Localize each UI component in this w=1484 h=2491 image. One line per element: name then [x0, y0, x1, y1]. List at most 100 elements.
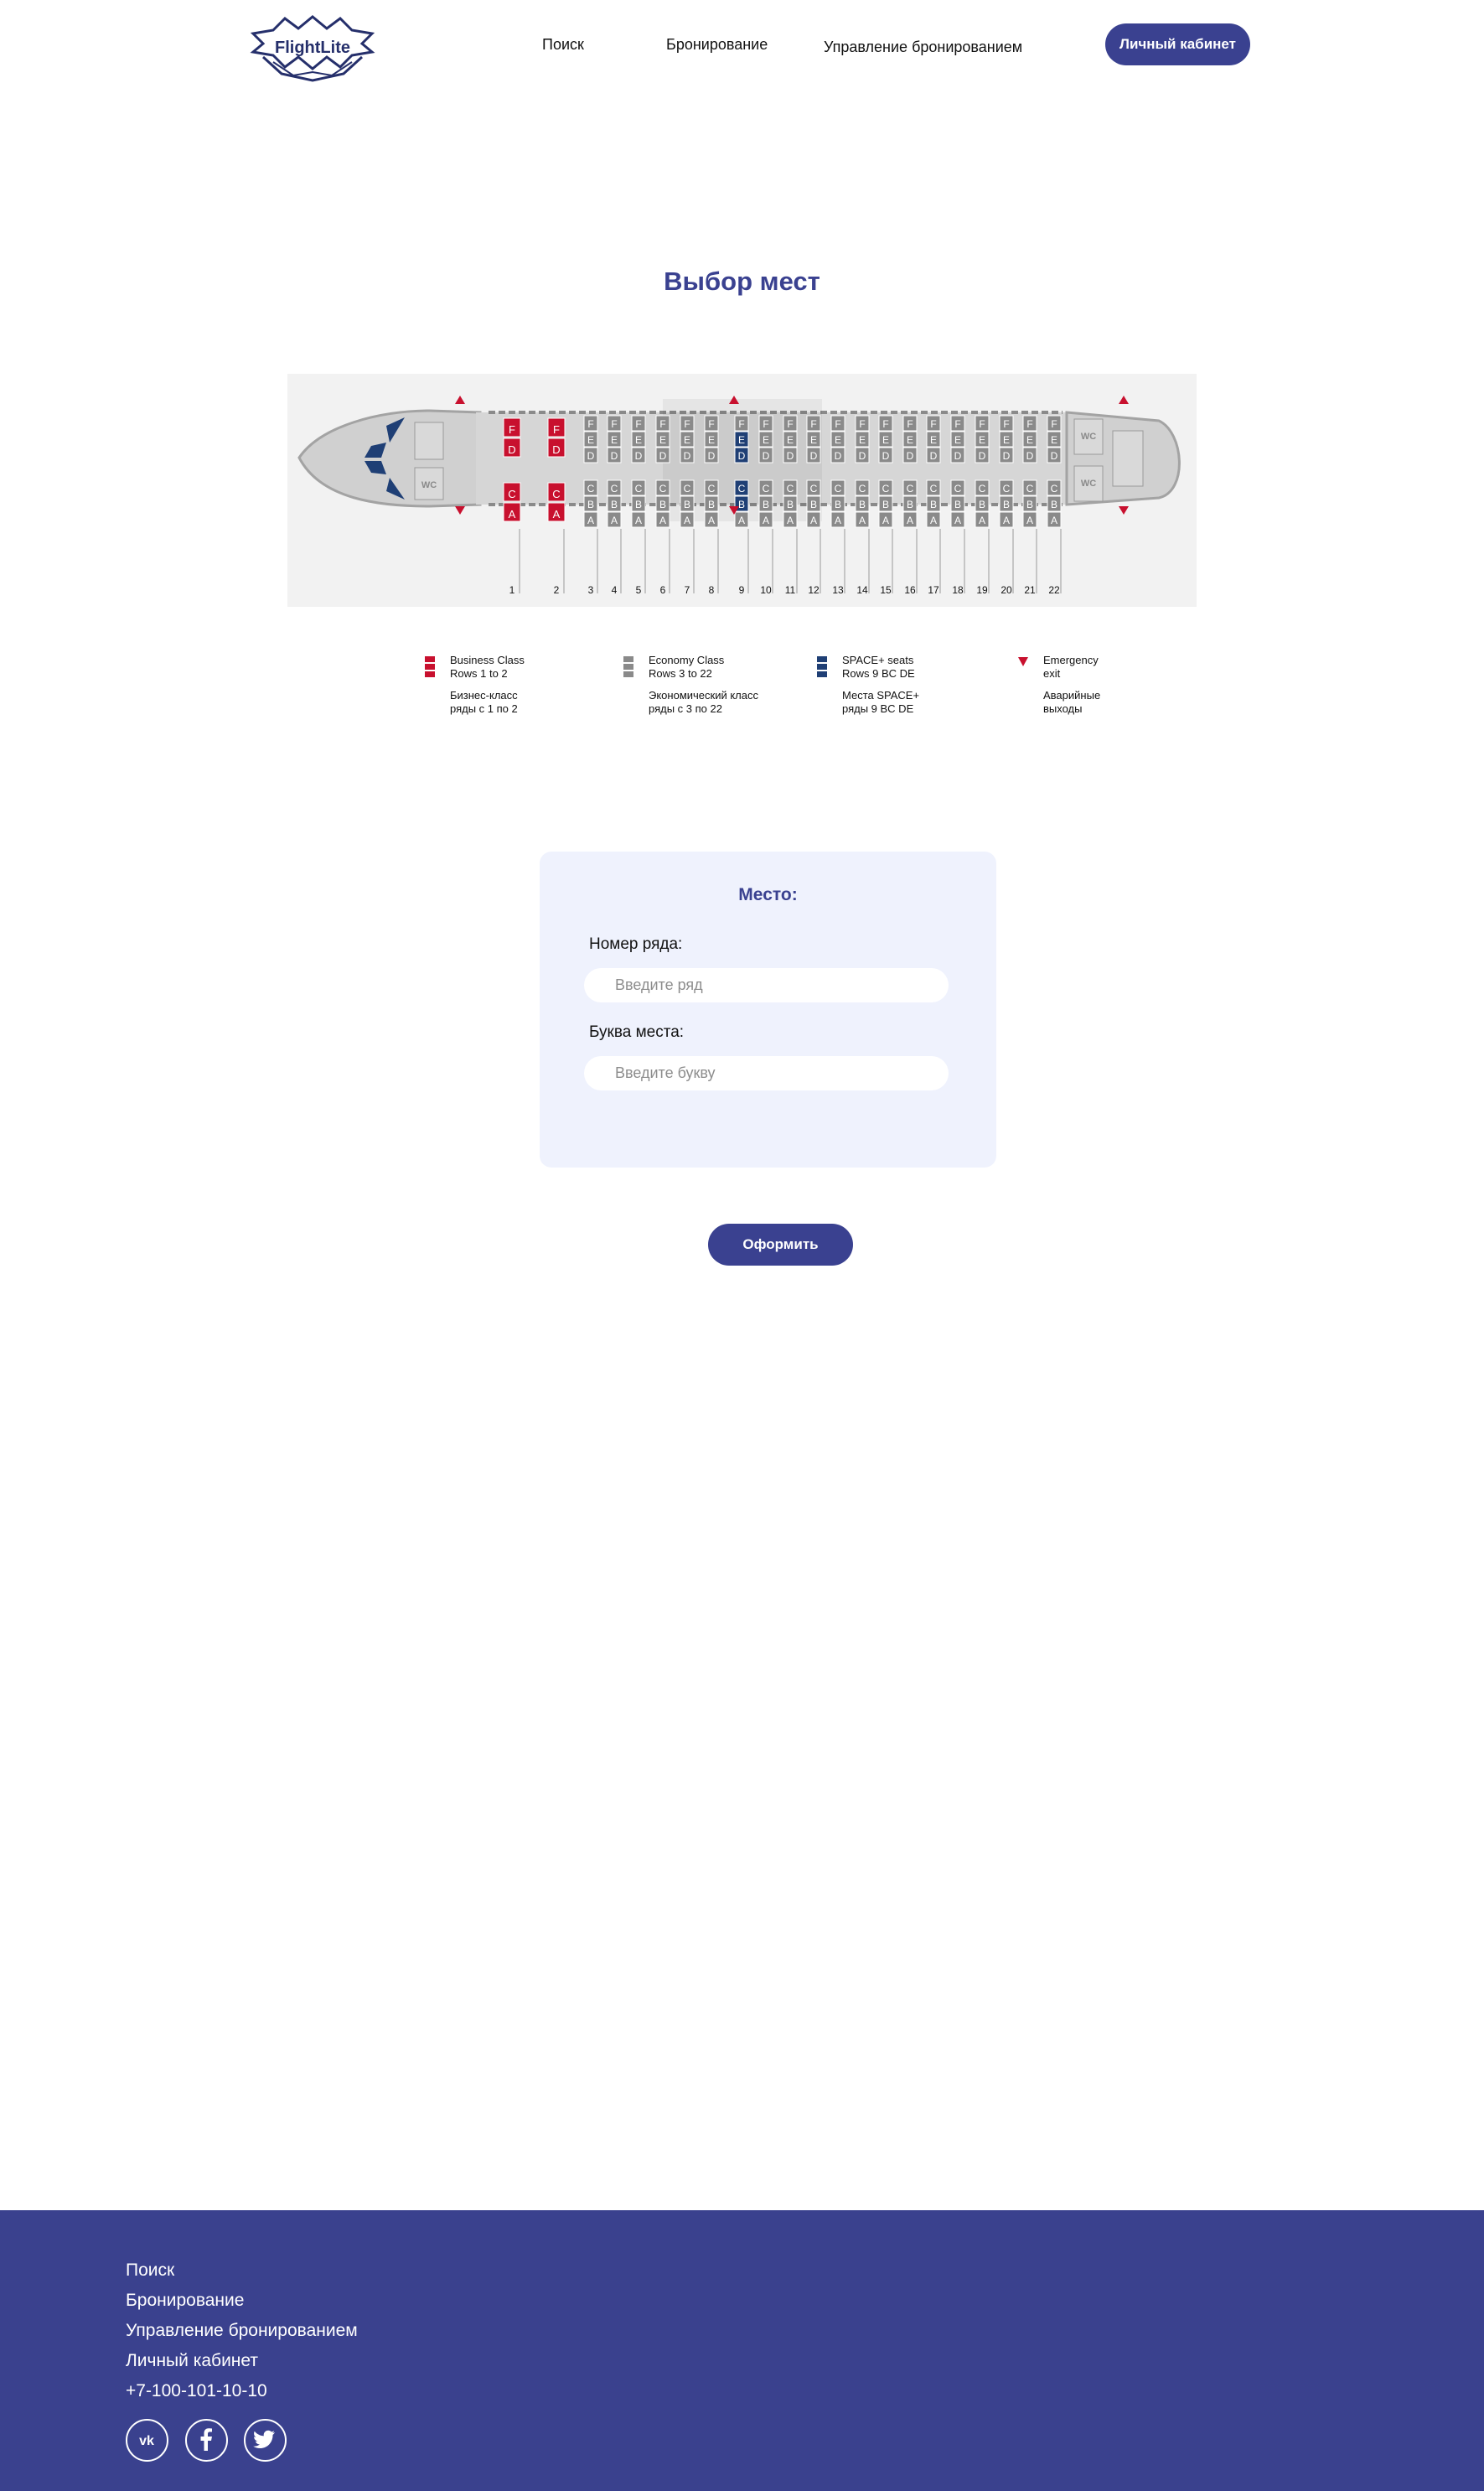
- seat[interactable]: F: [950, 415, 965, 432]
- seat[interactable]: E: [655, 431, 670, 448]
- seat[interactable]: E: [1047, 431, 1062, 448]
- seat[interactable]: F: [1047, 415, 1062, 432]
- seat[interactable]: B: [926, 495, 941, 512]
- seat[interactable]: B: [758, 495, 773, 512]
- seat[interactable]: B: [975, 495, 990, 512]
- seat[interactable]: C: [704, 479, 719, 496]
- seat[interactable]: C: [607, 479, 622, 496]
- seat[interactable]: A: [855, 511, 870, 528]
- seat[interactable]: C: [926, 479, 941, 496]
- seat[interactable]: C: [783, 479, 798, 496]
- seat[interactable]: D: [758, 447, 773, 464]
- seat[interactable]: F: [583, 415, 598, 432]
- seat[interactable]: E: [680, 431, 695, 448]
- seat[interactable]: A: [631, 511, 646, 528]
- seat[interactable]: D: [950, 447, 965, 464]
- seat[interactable]: C: [655, 479, 670, 496]
- seat[interactable]: C: [680, 479, 695, 496]
- seat[interactable]: B: [902, 495, 918, 512]
- seat[interactable]: B: [704, 495, 719, 512]
- seat[interactable]: D: [855, 447, 870, 464]
- seat[interactable]: B: [806, 495, 821, 512]
- vk-icon[interactable]: vk: [126, 2419, 168, 2462]
- seat[interactable]: A: [583, 511, 598, 528]
- seat[interactable]: F: [655, 415, 670, 432]
- flightlite-logo[interactable]: FlightLite: [248, 13, 377, 85]
- seat[interactable]: E: [830, 431, 845, 448]
- seat[interactable]: B: [607, 495, 622, 512]
- seat[interactable]: D: [583, 447, 598, 464]
- seat[interactable]: B: [680, 495, 695, 512]
- seat[interactable]: C: [583, 479, 598, 496]
- seat[interactable]: A: [783, 511, 798, 528]
- nav-manage-booking[interactable]: Управление бронированием: [824, 39, 1022, 56]
- seat[interactable]: F: [783, 415, 798, 432]
- seat[interactable]: D: [1047, 447, 1062, 464]
- seat[interactable]: A: [830, 511, 845, 528]
- personal-cabinet-button[interactable]: Личный кабинет: [1105, 23, 1250, 65]
- seat[interactable]: E: [975, 431, 990, 448]
- seat[interactable]: A: [680, 511, 695, 528]
- seat[interactable]: A: [607, 511, 622, 528]
- seat[interactable]: F: [975, 415, 990, 432]
- seat[interactable]: F: [547, 417, 566, 438]
- seat[interactable]: D: [503, 438, 521, 458]
- footer-link-manage-booking[interactable]: Управление бронированием: [126, 2321, 358, 2341]
- footer-link-cabinet[interactable]: Личный кабинет: [126, 2351, 258, 2371]
- seat[interactable]: D: [830, 447, 845, 464]
- seat-letter-input[interactable]: [584, 1056, 949, 1090]
- seat[interactable]: C: [999, 479, 1014, 496]
- seat[interactable]: E: [999, 431, 1014, 448]
- seat[interactable]: C: [1022, 479, 1037, 496]
- seat[interactable]: F: [1022, 415, 1037, 432]
- seat[interactable]: D: [975, 447, 990, 464]
- seat[interactable]: E: [950, 431, 965, 448]
- seat[interactable]: E: [783, 431, 798, 448]
- seat[interactable]: C: [503, 482, 521, 502]
- seat[interactable]: F: [631, 415, 646, 432]
- seat[interactable]: D: [655, 447, 670, 464]
- seat[interactable]: B: [631, 495, 646, 512]
- seat[interactable]: E: [583, 431, 598, 448]
- seat[interactable]: E: [704, 431, 719, 448]
- seat[interactable]: A: [806, 511, 821, 528]
- seat[interactable]: B: [878, 495, 893, 512]
- seat[interactable]: F: [926, 415, 941, 432]
- seat[interactable]: B: [999, 495, 1014, 512]
- seat[interactable]: A: [902, 511, 918, 528]
- seat[interactable]: E: [902, 431, 918, 448]
- seat[interactable]: C: [855, 479, 870, 496]
- seat[interactable]: A: [926, 511, 941, 528]
- seat[interactable]: E: [878, 431, 893, 448]
- seat[interactable]: B: [950, 495, 965, 512]
- seat[interactable]: F: [758, 415, 773, 432]
- seat[interactable]: E: [607, 431, 622, 448]
- seat[interactable]: A: [758, 511, 773, 528]
- seat[interactable]: E: [758, 431, 773, 448]
- seat[interactable]: F: [503, 417, 521, 438]
- seat[interactable]: D: [607, 447, 622, 464]
- seat[interactable]: A: [1022, 511, 1037, 528]
- seat[interactable]: F: [830, 415, 845, 432]
- seat[interactable]: C: [806, 479, 821, 496]
- seat[interactable]: D: [926, 447, 941, 464]
- seat[interactable]: F: [878, 415, 893, 432]
- row-number-input[interactable]: [584, 968, 949, 1002]
- seat[interactable]: A: [734, 511, 749, 528]
- seat[interactable]: E: [734, 431, 749, 448]
- seat[interactable]: E: [926, 431, 941, 448]
- seat[interactable]: B: [830, 495, 845, 512]
- seat[interactable]: A: [704, 511, 719, 528]
- seat[interactable]: C: [830, 479, 845, 496]
- seat[interactable]: B: [655, 495, 670, 512]
- nav-booking[interactable]: Бронирование: [666, 36, 768, 54]
- seat[interactable]: C: [631, 479, 646, 496]
- seat[interactable]: C: [734, 479, 749, 496]
- seat[interactable]: C: [878, 479, 893, 496]
- twitter-icon[interactable]: [244, 2419, 287, 2462]
- seat[interactable]: A: [1047, 511, 1062, 528]
- seat[interactable]: F: [999, 415, 1014, 432]
- seat[interactable]: E: [855, 431, 870, 448]
- seat[interactable]: D: [783, 447, 798, 464]
- seat[interactable]: F: [855, 415, 870, 432]
